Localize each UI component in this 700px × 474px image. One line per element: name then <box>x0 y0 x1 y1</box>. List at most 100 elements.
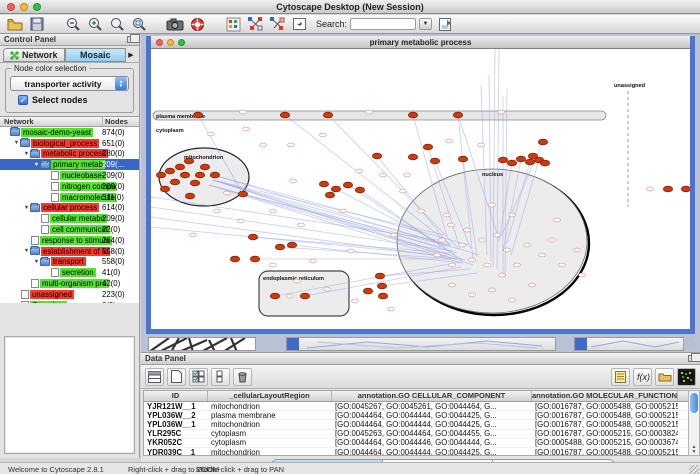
tab-mosaic[interactable]: Mosaic <box>65 48 127 62</box>
notes-icon[interactable] <box>611 368 630 386</box>
table-cell[interactable]: [GO:0045263, GO:0044464, GO:0044455, G..… <box>332 429 532 438</box>
network-canvas[interactable]: plasma membranecytoplasmmitochondrionnuc… <box>151 49 690 329</box>
tree-row-label[interactable]: multi-organism pro <box>40 279 109 288</box>
network-close-button[interactable] <box>156 39 163 46</box>
tree-row[interactable]: ▼transport558(0) <box>0 257 139 268</box>
tree-row-label[interactable]: unassigned <box>30 290 74 299</box>
table-cell[interactable]: [GO:0016787, GO:0005215, GO:0003824, G..… <box>532 429 678 438</box>
zoom-out-icon[interactable] <box>64 16 82 32</box>
layout-region-icon[interactable] <box>224 16 242 32</box>
tree-expander-icon[interactable]: ▼ <box>33 162 40 168</box>
scrollbar-thumb[interactable] <box>690 393 698 413</box>
open-attr-icon[interactable] <box>655 368 674 386</box>
search-dropdown-icon[interactable]: ▼ <box>419 18 432 30</box>
tree-row-label[interactable]: metabolic process <box>41 149 108 158</box>
tree-expander-icon[interactable]: ▼ <box>13 140 20 146</box>
minimize-window-button[interactable] <box>20 3 28 11</box>
table-cell[interactable]: mitochondrion <box>208 402 332 411</box>
network-window-controls[interactable] <box>156 39 185 46</box>
select-attributes-icon[interactable] <box>189 368 208 386</box>
help-icon[interactable] <box>188 16 206 32</box>
tab-network[interactable]: Network <box>3 48 65 62</box>
close-window-button[interactable] <box>7 3 15 11</box>
zoom-fit-icon[interactable] <box>130 16 148 32</box>
tree-row[interactable]: ▼biological_process651(0) <box>0 138 139 149</box>
table-cell[interactable]: [GO:0044464, GO:0044444, GO:0044425, G..… <box>332 420 532 429</box>
column-header[interactable]: ID <box>144 391 208 401</box>
table-cell[interactable]: YLR295C <box>144 429 208 438</box>
tree-row[interactable]: mosaic-demo-yeast874(0) <box>0 127 139 138</box>
select-nodes-checkbox[interactable]: ✓ <box>18 95 28 105</box>
float-data-panel-icon[interactable] <box>688 355 696 362</box>
attribute-table-icon[interactable] <box>145 368 164 386</box>
tree-row[interactable]: Overview8(0) <box>0 300 139 303</box>
table-cell[interactable]: [GO:0044464, GO:0044444, GO:0044425, G..… <box>332 411 532 420</box>
birdseye-view[interactable] <box>4 336 135 454</box>
tree-row[interactable]: cell communicat22(0) <box>0 224 139 235</box>
table-cell[interactable]: cytoplasm <box>208 438 332 447</box>
table-cell[interactable]: YKR052C <box>144 438 208 447</box>
tree-row-label[interactable]: biological_process <box>31 139 99 148</box>
tree-row-label[interactable]: transport <box>51 257 86 266</box>
tab-scroll-right-icon[interactable]: ▶ <box>126 48 136 62</box>
tree-expander-icon[interactable]: ▼ <box>23 248 30 254</box>
table-cell[interactable]: [GO:0016787, GO:0005488, GO:0005215, G..… <box>532 402 678 411</box>
formula-icon[interactable]: f(x) <box>633 368 652 386</box>
table-cell[interactable]: YPL036W__1 <box>144 420 208 429</box>
network-minimize-button[interactable] <box>167 39 174 46</box>
column-header[interactable]: annotation.GO CELLULAR_COMPONENT <box>332 391 532 401</box>
tree-row-label[interactable]: mosaic-demo-yeast <box>21 128 93 137</box>
new-attribute-icon[interactable] <box>167 368 186 386</box>
table-cell[interactable]: [GO:0044464, GO:0044444, GO:0044425, G..… <box>332 448 532 456</box>
table-cell[interactable]: YDR039C__1 <box>144 448 208 456</box>
table-scrollbar[interactable]: ▲▼ <box>688 390 700 456</box>
tree-row[interactable]: ▼establishment of lo558(0) <box>0 246 139 257</box>
column-header[interactable]: _cellularLayoutRegion <box>208 391 332 401</box>
table-cell[interactable]: plasma membrane <box>208 411 332 420</box>
float-panel-icon[interactable] <box>127 36 135 43</box>
tree-expander-icon[interactable]: ▼ <box>23 205 30 211</box>
delete-attribute-icon[interactable] <box>233 368 252 386</box>
scrollbar-arrows-icon[interactable]: ▲▼ <box>689 445 699 455</box>
tree-row-label[interactable]: Overview <box>30 301 67 303</box>
tree-row-label[interactable]: cellular process <box>41 203 99 212</box>
tree-row[interactable]: ▼metabolic process280(0) <box>0 149 139 160</box>
zoom-in-icon[interactable] <box>86 16 104 32</box>
tree-row-label[interactable]: cell communicat <box>50 225 110 234</box>
unselect-attributes-icon[interactable] <box>211 368 230 386</box>
resize-grip-icon[interactable] <box>683 338 693 348</box>
tree-row-label[interactable]: primary metab <box>51 160 105 169</box>
edit-edges-icon[interactable] <box>268 16 286 32</box>
open-icon[interactable] <box>6 16 24 32</box>
nodes-column-header[interactable]: Nodes <box>103 117 139 126</box>
save-icon[interactable] <box>28 16 46 32</box>
table-cell[interactable]: YPL036W__2 <box>144 411 208 420</box>
table-cell[interactable]: [GO:0016787, GO:0005488, GO:0005215, G..… <box>532 448 678 456</box>
tree-row-label[interactable]: secretion <box>60 268 96 277</box>
node-color-dropdown[interactable]: transporter activity ▲▼ <box>10 76 129 91</box>
tree-row-label[interactable]: cellular metabo <box>50 214 107 223</box>
tree-row-label[interactable]: nucleobase- <box>60 171 106 180</box>
background-window-strip[interactable] <box>574 337 684 351</box>
import-icon[interactable] <box>436 16 454 32</box>
tree-row[interactable]: response to stimulu264(0) <box>0 235 139 246</box>
background-window-thumbnail[interactable] <box>148 337 256 351</box>
zoom-window-button[interactable] <box>33 3 41 11</box>
table-cell[interactable]: [GO:0016787, GO:0005488, GO:0005215, G..… <box>532 411 678 420</box>
table-row[interactable]: YDR039C__1mitochondrion[GO:0044464, GO:0… <box>144 448 688 456</box>
tree-row[interactable]: nitrogen compo209(0) <box>0 181 139 192</box>
annotation-icon[interactable] <box>290 16 308 32</box>
column-header[interactable]: annotation.GO MOLECULAR_FUNCTION <box>532 391 678 401</box>
network-window[interactable]: primary metabolic process plasma membran… <box>146 36 695 334</box>
table-cell[interactable]: [GO:0045267, GO:0045261, GO:0044464, G..… <box>332 402 532 411</box>
network-graph[interactable]: plasma membranecytoplasmmitochondrionnuc… <box>151 49 690 329</box>
table-cell[interactable]: [GO:0044464, GO:0044446, GO:0044444, G..… <box>332 438 532 447</box>
table-cell[interactable]: [GO:0005488, GO:0005215, GO:0003674] <box>532 438 678 447</box>
search-input[interactable] <box>350 18 416 30</box>
tree-row[interactable]: ▼primary metab209(... <box>0 159 139 170</box>
table-cell[interactable]: mitochondrion <box>208 448 332 456</box>
tree-row[interactable]: nucleobase-209(0) <box>0 170 139 181</box>
table-cell[interactable]: cytoplasm <box>208 429 332 438</box>
window-controls[interactable] <box>7 3 41 11</box>
tree-expander-icon[interactable]: ▼ <box>23 151 30 157</box>
